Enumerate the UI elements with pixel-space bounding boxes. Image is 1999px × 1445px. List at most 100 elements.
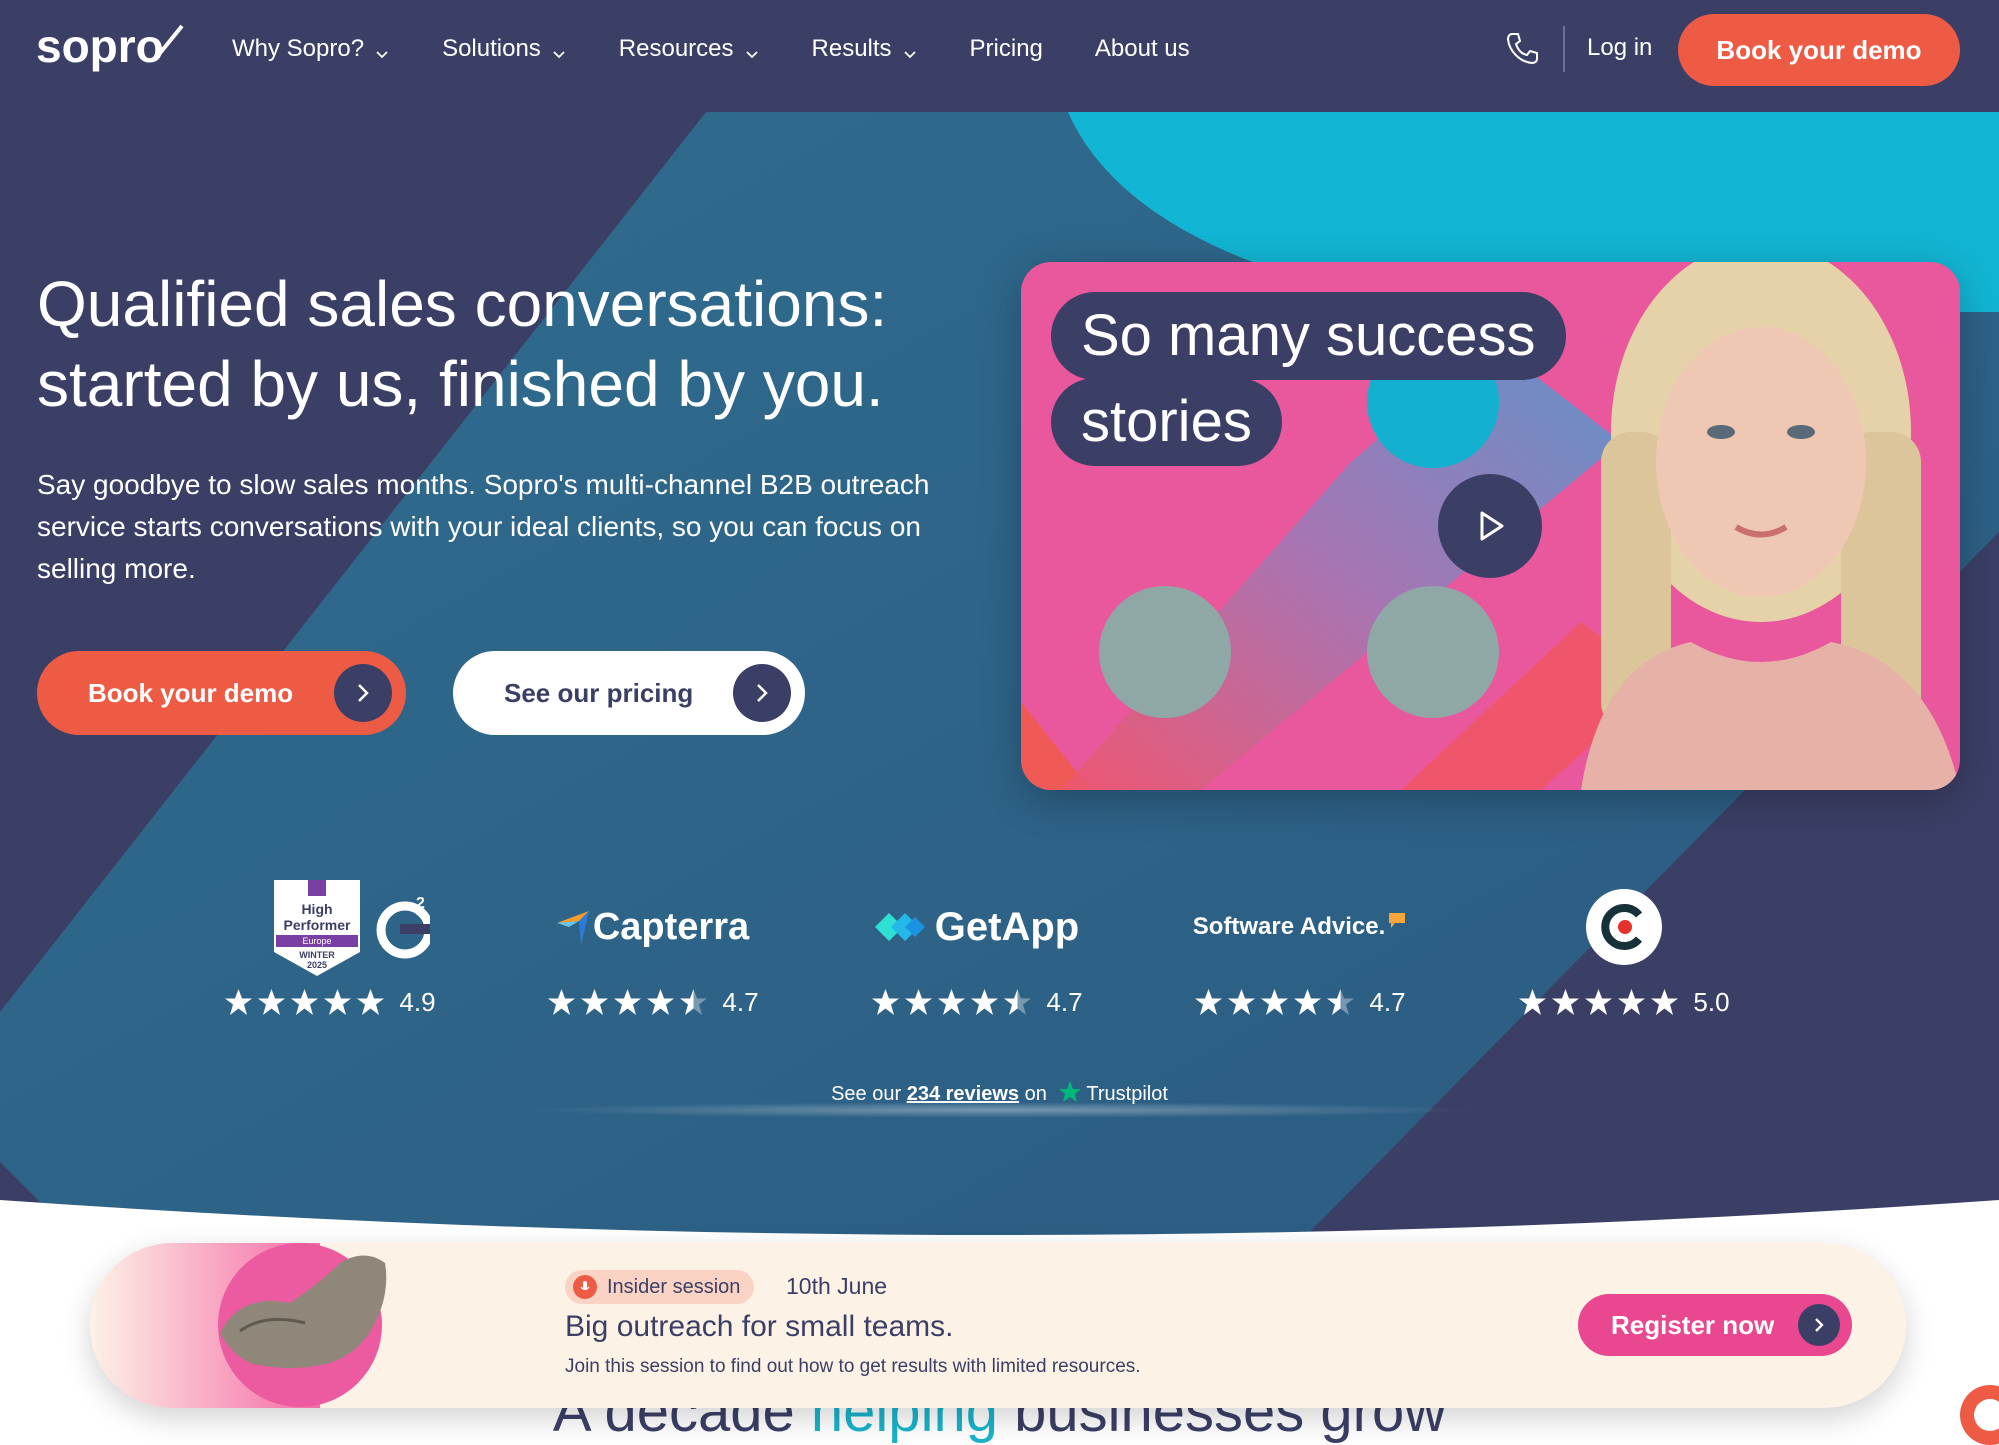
video-caption-line2: stories [1051,378,1282,466]
star-icon [905,988,933,1015]
rating-stars: 4.7 [1170,984,1430,1020]
chevron-down-icon [902,41,918,59]
clutch-icon [1586,889,1662,965]
star-icon [1519,988,1547,1015]
getapp-name: GetApp [934,904,1080,949]
star-icon [872,988,900,1015]
rating-stars: 4.7 [847,984,1107,1020]
banner-title: Big outreach for small teams. [565,1310,954,1343]
svg-text:2: 2 [416,895,425,912]
arrow-right-icon [334,664,392,722]
chevron-down-icon [551,41,567,59]
trustpilot-prefix: See our [831,1083,902,1105]
presenter-photo [1581,262,1960,790]
phone-icon[interactable] [1504,30,1540,66]
nav-why-sopro[interactable]: Why Sopro? [232,35,390,63]
star-icon [581,988,609,1015]
rating-score: 4.7 [1369,986,1406,1017]
svg-text:2025: 2025 [307,960,327,970]
star-icon [1294,988,1322,1015]
hero-section: Qualified sales conversations: started b… [0,112,1999,1242]
svg-text:High: High [301,901,332,917]
microphone-icon [573,1275,597,1299]
svg-text:WINTER: WINTER [299,950,335,960]
speech-bubble-icon [1389,913,1406,928]
main-nav: Why Sopro? Solutions Resources Results P… [232,0,1242,98]
star-icon [1261,988,1289,1015]
rating-stars: 5.0 [1494,984,1754,1020]
arrow-right-icon [1798,1304,1840,1346]
sopro-logo-mark: sopro [36,20,184,72]
svg-text:Performer: Performer [284,917,351,933]
button-label: See our pricing [504,677,694,708]
star-icon [225,988,253,1015]
nav-label: Pricing [969,35,1043,62]
svg-text:Europe: Europe [302,936,331,946]
capterra-arrow-icon [556,911,589,945]
rating-clutch[interactable]: 5.0 [1494,872,1754,1032]
star-icon [258,988,286,1015]
rating-score: 4.9 [399,986,436,1017]
chevron-down-icon [374,41,390,59]
hero-title: Qualified sales conversations: started b… [37,268,888,420]
g2-logo: High Performer Europe WINTER 2025 2 [200,872,460,982]
nav-about-us[interactable]: About us [1095,35,1190,63]
insider-session-banner: Insider session 10th June Big outreach f… [90,1243,1906,1408]
site-header: sopro Why Sopro? Solutions Resources Res… [0,0,1999,112]
nav-resources[interactable]: Resources [619,35,760,63]
chevron-down-icon [744,41,760,59]
nav-label: Resources [618,35,734,62]
nav-label: About us [1094,35,1190,62]
nav-label: Why Sopro? [232,35,365,62]
button-label: Register now [1611,1309,1775,1340]
star-icon [1552,988,1580,1015]
star-icon [1327,988,1355,1015]
play-icon[interactable] [1438,474,1542,578]
trustpilot-line: See our 234 reviews on Trustpilot [0,1080,1999,1106]
arrow-right-icon [733,664,791,722]
rating-score: 4.7 [1046,986,1083,1017]
button-label: Book your demo [88,677,294,708]
getapp-diamond-icon [874,913,925,941]
star-icon [1228,988,1256,1015]
star-icon [938,988,966,1015]
testimonial-video[interactable]: So many success stories [1021,262,1960,790]
star-icon [647,988,675,1015]
trustpilot-brand: Trustpilot [1086,1083,1168,1105]
star-icon [1618,988,1646,1015]
trustpilot-star-icon [1059,1081,1082,1102]
chip-label: Insider session [607,1275,741,1298]
nav-solutions[interactable]: Solutions [442,35,567,63]
hero-subtitle: Say goodbye to slow sales months. Sopro'… [37,469,930,584]
logo-text: sopro [36,20,164,72]
login-link[interactable]: Log in [1587,34,1652,62]
rating-g2[interactable]: High Performer Europe WINTER 2025 2 4.9 [200,872,460,1032]
video-caption-line1: So many success [1051,292,1566,380]
star-icon [971,988,999,1015]
nav-pricing[interactable]: Pricing [970,35,1043,63]
register-now-button[interactable]: Register now [1578,1294,1852,1356]
hero-see-pricing-button[interactable]: See our pricing [453,651,805,735]
rating-getapp[interactable]: GetApp 4.7 [847,872,1107,1032]
insider-session-chip: Insider session [565,1270,755,1304]
nav-divider [1563,26,1565,72]
ratings-row: High Performer Europe WINTER 2025 2 4.9 [0,872,1999,1032]
rating-stars: 4.9 [200,984,460,1020]
nav-label: Results [811,35,892,62]
star-icon [1585,988,1613,1015]
software-advice-name: Software Advice. [1192,913,1386,940]
star-icon [680,988,708,1015]
trustpilot-reviews-link[interactable]: 234 reviews [907,1083,1019,1105]
rating-capterra[interactable]: Capterra 4.7 [523,872,783,1032]
nav-results[interactable]: Results [812,35,918,63]
star-icon [548,988,576,1015]
banner-description: Join this session to find out how to get… [565,1356,1141,1377]
star-icon [1004,988,1032,1015]
trustpilot-middle: on [1024,1083,1047,1105]
sopro-logo[interactable]: sopro [36,20,186,76]
rating-stars: 4.7 [523,984,783,1020]
star-icon [324,988,352,1015]
hero-book-demo-button[interactable]: Book your demo [37,651,406,735]
header-book-demo-button[interactable]: Book your demo [1678,14,1960,86]
rating-software-advice[interactable]: Software Advice. 4.7 [1170,872,1430,1032]
